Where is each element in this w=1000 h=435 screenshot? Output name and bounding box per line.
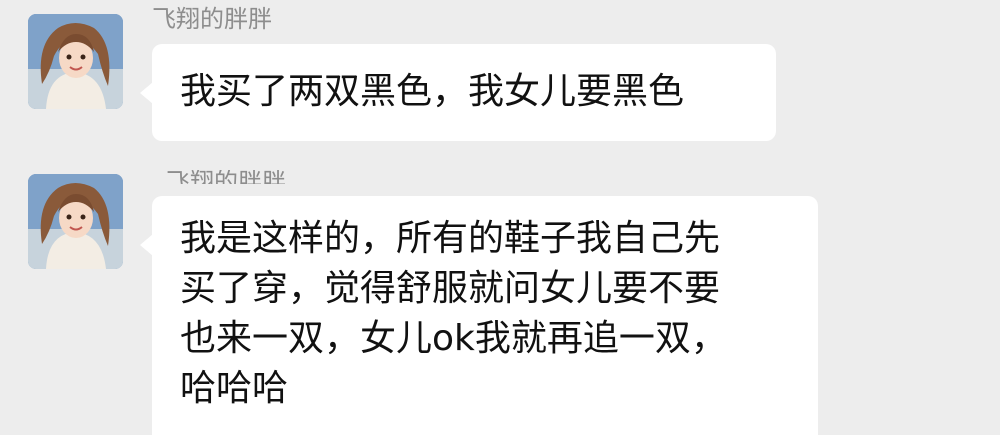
sender-avatar[interactable] (28, 14, 123, 109)
avatar-image (28, 174, 123, 269)
bubble-tail (140, 234, 153, 256)
message-text-line: 哈哈哈 (180, 368, 289, 409)
message-bubble[interactable]: 我是这样的，所有的鞋子我自己先 买了穿，觉得舒服就问女儿要不要 也来一双，女儿o… (140, 196, 818, 435)
message-text-line: 买了穿，觉得舒服就问女儿要不要 (180, 268, 721, 309)
message-text-line: 我是这样的，所有的鞋子我自己先 (180, 218, 721, 259)
sender-name: 飞翔的胖胖 (152, 6, 272, 32)
message-text-line: 也来一双，女儿ok我就再追一双， (180, 318, 727, 359)
sender-name: 飞翔的胖胖 (166, 170, 286, 184)
sender-avatar[interactable] (28, 174, 123, 269)
message-bubble[interactable]: 我买了两双黑色，我女儿要黑色 (140, 44, 776, 141)
bubble-tail (140, 82, 153, 104)
avatar-image (28, 14, 123, 109)
message-text-line: 我买了两双黑色，我女儿要黑色 (180, 71, 685, 112)
